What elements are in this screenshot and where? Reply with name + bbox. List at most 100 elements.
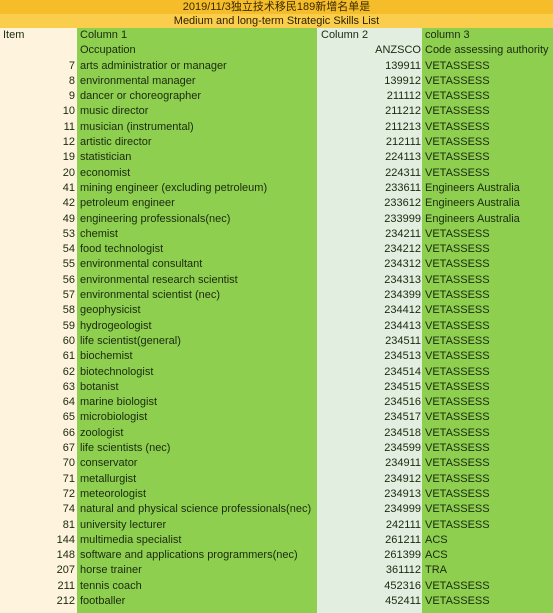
occupation-cell: music director [80, 105, 149, 118]
item-cell: 148 [56, 549, 75, 562]
table-row: 72 meteorologist 234913 VETASSESS [0, 487, 553, 502]
occupation-cell: zoologist [80, 426, 124, 439]
item-cell: 55 [62, 258, 75, 271]
authority-cell: VETASSESS [425, 442, 490, 455]
anzsco-cell: 234212 [384, 243, 421, 256]
table-row: 41 mining engineer (excluding petroleum) 2… [0, 181, 553, 196]
anzsco-cell: 242111 [385, 518, 421, 531]
occupation-cell: food technologist [80, 243, 164, 256]
anzsco-cell: 233612 [384, 197, 421, 210]
occupation-cell: environmental consultant [80, 258, 203, 271]
item-cell: 12 [62, 136, 75, 149]
occupation-cell: mining engineer (excluding petroleum) [80, 181, 268, 194]
table-row: 49 engineering professionals(nec) 233999 En… [0, 212, 553, 227]
authority-cell: VETASSESS [425, 350, 490, 363]
item-cell: 11 [63, 120, 75, 133]
item-cell: 8 [68, 74, 75, 87]
anzsco-cell: 234312 [384, 258, 421, 271]
authority-cell: VETASSESS [425, 90, 490, 103]
authority-cell: VETASSESS [425, 289, 490, 302]
authority-cell: ACS [425, 549, 448, 562]
header-column-1: Column 1 [80, 29, 128, 41]
occupation-cell: economist [80, 166, 131, 179]
table-row: 70 conservator 234911 VETASSESS [0, 456, 553, 471]
item-cell: 67 [62, 442, 75, 455]
header-item: Item [3, 29, 25, 41]
anzsco-cell: 234399 [384, 289, 421, 302]
item-cell: 9 [68, 90, 75, 103]
authority-cell: Engineers Australia [425, 197, 520, 210]
table-row: 55 environmental consultant 234312 VETASSES… [0, 257, 553, 272]
authority-cell: VETASSESS [425, 472, 490, 485]
anzsco-cell: 234513 [384, 350, 421, 363]
anzsco-cell: 261399 [384, 549, 421, 562]
anzsco-cell: 212111 [385, 136, 421, 149]
table-row: 211 tennis coach 452316 VETASSESS [0, 579, 553, 594]
occupation-cell: natural and physical science professiona… [80, 503, 312, 516]
table-row: 56 environmental research scientist 234313… [0, 273, 553, 288]
table-row: 61 biochemist 234513 VETASSESS [0, 349, 553, 364]
occupation-cell: meteorologist [80, 487, 147, 500]
authority-cell: TRA [425, 564, 447, 577]
table-row: 11 musician (instrumental) 211213 VETASSESS [0, 120, 553, 135]
anzsco-cell: 234313 [384, 273, 421, 286]
anzsco-cell: 234511 [385, 334, 421, 347]
anzsco-cell: 234912 [384, 472, 421, 485]
occupation-cell: software and applications programmers(ne… [80, 549, 298, 562]
authority-cell: VETASSESS [425, 365, 490, 378]
occupation-cell: university lecturer [80, 518, 167, 531]
authority-cell: VETASSESS [425, 227, 490, 240]
table-row: 71 metallurgist 234912 VETASSESS [0, 472, 553, 487]
authority-cell: VETASSESS [425, 166, 490, 179]
authority-cell: VETASSESS [425, 59, 490, 72]
occupation-cell: conservator [80, 457, 138, 470]
occupation-cell: biochemist [80, 350, 133, 363]
table-row: 53 chemist 234211 VETASSESS [0, 227, 553, 242]
header-occupation: Occupation [80, 44, 136, 57]
anzsco-cell: 211112 [386, 90, 421, 103]
anzsco-cell: 234599 [384, 442, 421, 455]
item-cell: 58 [62, 304, 75, 317]
header-row-1: Item Column 1 Column 2 column 3 [0, 28, 553, 43]
authority-cell: VETASSESS [425, 120, 490, 133]
table-row: 57 environmental scientist (nec) 234399 VET… [0, 288, 553, 303]
anzsco-cell: 261211 [385, 533, 421, 546]
anzsco-cell: 452411 [385, 594, 421, 607]
table-row: 67 life scientists (nec) 234599 VETASSESS [0, 441, 553, 456]
occupation-cell: life scientists (nec) [80, 442, 171, 455]
table-row: 42 petroleum engineer 233612 Engineers Aust… [0, 196, 553, 211]
item-cell: 63 [62, 380, 75, 393]
anzsco-cell: 234516 [384, 396, 421, 409]
table-row: 10 music director 211212 VETASSESS [0, 104, 553, 119]
item-cell: 211 [57, 579, 75, 592]
table-row: 58 geophysicist 234412 VETASSESS [0, 303, 553, 318]
item-cell: 72 [62, 487, 75, 500]
anzsco-cell: 234911 [385, 457, 421, 470]
table-row: 65 microbiologist 234517 VETASSESS [0, 410, 553, 425]
table-row: 54 food technologist 234212 VETASSESS [0, 242, 553, 257]
item-cell: 66 [62, 426, 75, 439]
header-anzsco: ANZSCO [375, 44, 421, 57]
item-cell: 207 [56, 564, 75, 577]
occupation-cell: statistician [80, 151, 132, 164]
authority-cell: Engineers Australia [425, 212, 520, 225]
occupation-cell: life scientist(general) [80, 334, 181, 347]
authority-cell: VETASSESS [425, 503, 490, 516]
table-row: 148 software and applications programmers… [0, 548, 553, 563]
anzsco-cell: 361112 [385, 564, 421, 577]
occupation-cell: biotechnologist [80, 365, 154, 378]
item-cell: 20 [62, 166, 75, 179]
occupation-cell: hydrogeologist [80, 319, 152, 332]
item-cell: 41 [62, 181, 75, 194]
occupation-cell: artistic director [80, 136, 152, 149]
item-cell: 70 [62, 457, 75, 470]
authority-cell: VETASSESS [425, 319, 490, 332]
table-row: 207 horse trainer 361112 TRA [0, 563, 553, 578]
occupation-cell: environmental research scientist [80, 273, 238, 286]
table-row: 19 statistician 224113 VETASSESS [0, 150, 553, 165]
occupation-cell: marine biologist [80, 396, 158, 409]
table-row: 81 university lecturer 242111 VETASSESS [0, 518, 553, 533]
occupation-cell: engineering professionals(nec) [80, 212, 231, 225]
occupation-cell: botanist [80, 380, 119, 393]
item-cell: 54 [62, 243, 75, 256]
